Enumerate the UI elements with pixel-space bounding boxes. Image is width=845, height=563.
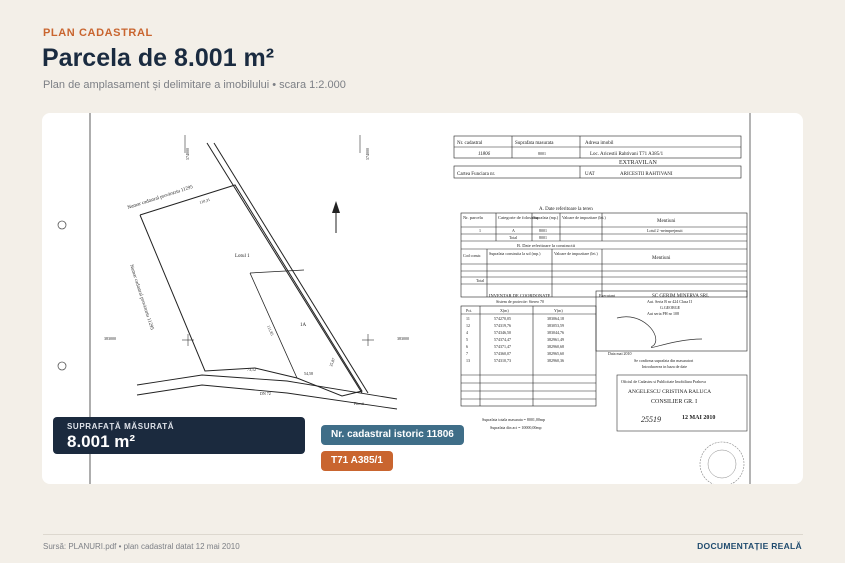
sa-r0: 1: [479, 228, 481, 233]
page-title: Parcela de 8.001 m²: [42, 44, 275, 72]
sa-h0: Nr. parcela: [463, 215, 483, 220]
coord-row-2-y: 383044,76: [547, 330, 564, 336]
plan-dist4: 54,58: [304, 371, 313, 377]
top-table-h1: Nr. cadastral: [457, 141, 483, 146]
coord-row-3-x: 574374,47: [494, 337, 511, 343]
sa-r1: A: [512, 228, 515, 233]
plan-label-top: Numar cadastral proviozriu 11295: [127, 185, 194, 211]
measured-area-label: SUPRAFAȚĂ MĂSURATĂ: [67, 422, 175, 431]
stamp-person: ANGELESCU CRISTINA RALUCA: [628, 389, 711, 395]
executant-label: Executant: [599, 293, 616, 298]
coords-h2: Y(m): [554, 308, 563, 313]
coord-row-1-pt: 12: [466, 323, 470, 328]
top-table-v2: 8001: [538, 151, 546, 156]
sa-total-label: Total: [509, 235, 518, 240]
coord-left: 383000: [104, 336, 116, 341]
confirm-text2: Introducerea in baza de date: [642, 364, 687, 369]
plan-road: DN 72: [260, 391, 271, 396]
coord-row-4-pt: 6: [466, 344, 468, 349]
coords-title: INVENTAR DE COORDONATE: [489, 293, 551, 298]
sa-r4: Lotul 2 -neimprejmuit: [647, 228, 683, 233]
plan-dist5: 35,87: [328, 357, 337, 368]
coord-row-5-y: 382965,60: [547, 351, 564, 357]
executant-date: Data mai 2010: [608, 351, 632, 356]
coords-rows: 11 574270,05 383064,18 12 574319,76 3830…: [466, 316, 564, 364]
footer-source: Sursă: PLANURI.pdf • plan cadastral data…: [43, 542, 240, 551]
coord-row-0-x: 574270,05: [494, 316, 511, 322]
coord-row-0-y: 383064,18: [547, 316, 564, 322]
coord-row-1-x: 574319,76: [494, 323, 511, 329]
coord-row-3-y: 382961,49: [547, 337, 564, 343]
sb-h2: Valoare de impozitare (lei.): [554, 251, 598, 256]
top-table-v1: 11806: [478, 152, 491, 157]
coord-row-5-x: 574360,07: [494, 351, 511, 357]
plan-label-left: Numar cadastral provizoriu 11295: [128, 264, 154, 331]
stamp-role: CONSILIER GR. I: [651, 399, 697, 405]
plan-lot1a: 1A: [300, 323, 307, 328]
coords-h1: X(m): [500, 308, 509, 313]
sb-h1: Suprafata construita la sol (mp.): [489, 251, 541, 256]
footer-divider: [43, 534, 803, 535]
coord-row-6-pt: 13: [466, 358, 470, 363]
coords-area-measured: Suprafata totala masurata = 8001,00mp: [482, 417, 545, 423]
sa-h1: Categorie de folosinta: [498, 215, 538, 220]
coord-top-right: 574000: [365, 148, 370, 160]
plan-road2: Pitesti: [354, 401, 365, 406]
coord-row-3-pt: 5: [466, 337, 468, 342]
sb-h0: Cod constr.: [463, 253, 481, 258]
page-subtitle: Plan de amplasament și delimitare a imob…: [43, 79, 346, 91]
stamp-date: 12 MAI 2010: [682, 415, 715, 421]
coord-right: 383000: [397, 336, 409, 341]
coord-top-left: 574000: [185, 148, 190, 160]
coords-subtitle: Sistem de proiectie: Stereo 70: [496, 299, 544, 304]
sb-total: Total: [476, 278, 485, 283]
sa-total-val: 8001: [539, 235, 547, 240]
coord-row-2-x: 574346,50: [494, 330, 511, 336]
coord-row-6-x: 574310,73: [494, 358, 511, 364]
coord-row-4-y: 382960,68: [547, 344, 564, 350]
top-table-uat: UAT: [585, 172, 595, 177]
stamp-number: 25519: [641, 415, 661, 424]
sa-h2: Suprafata (mp.): [533, 215, 559, 220]
top-table-cf: Cartea Funciara nr.: [457, 172, 495, 177]
coord-row-1-y: 383053,59: [547, 323, 564, 329]
document-card: 574000 574000 383000 383000 Numar cadast…: [42, 113, 803, 484]
top-table-h2: Suprafata masurata: [515, 141, 554, 146]
section-eyebrow: PLAN CADASTRAL: [43, 27, 153, 39]
plan-lot1: Lotul 1: [235, 254, 250, 259]
sa-h4: Mentiuni: [657, 219, 676, 224]
top-table-v3: Loc. Aricestii Rahtivani T71 A385/1: [590, 152, 664, 157]
stamp-office: Oficiul de Cadastru si Publicitate Imobi…: [621, 379, 706, 384]
plan-dist3: 73,12: [247, 367, 256, 373]
coord-row-2-pt: 4: [466, 330, 468, 335]
coord-row-5-pt: 7: [466, 351, 468, 356]
plan-dist1: 110,31: [199, 197, 211, 206]
top-table-h3: Adresa imobil: [585, 141, 614, 146]
tarla-parcel-chip: T71 A385/1: [321, 451, 393, 471]
confirm-text: Se confirma suprafata din masuratori: [634, 358, 694, 363]
footer-badge: DOCUMENTAȚIE REALĂ: [697, 541, 802, 551]
section-a-title: A. Date referitoare la teren: [539, 207, 593, 212]
sa-r2: 8001: [539, 228, 547, 233]
executant-name: G.GEORGE: [660, 305, 681, 310]
measured-area-value: 8.001 m²: [67, 432, 136, 451]
measured-area-panel: SUPRAFAȚĂ MĂSURATĂ 8.001 m²: [53, 417, 305, 454]
section-b-title: B. Date referitoare la constructii: [517, 243, 576, 248]
sb-h3: Mentiuni: [652, 256, 671, 261]
cadastral-number-chip: Nr. cadastral istoric 11806: [321, 425, 464, 445]
coord-row-4-x: 574371,47: [494, 344, 511, 350]
top-table-uat-val: ARICESTII RAHTIVANI: [620, 172, 673, 177]
sa-h3: Valoare de impozitare (lei.): [562, 215, 606, 220]
executant-cert2: Aut seria PH nr 108: [647, 311, 679, 316]
coord-row-0-pt: 11: [466, 316, 470, 321]
coords-h0: Pct.: [466, 308, 472, 313]
top-table-extravilan: EXTRAVILAN: [619, 160, 658, 166]
coord-row-6-y: 382960,36: [547, 358, 564, 364]
coords-area-act: Suprafata din act = 10000,00mp: [490, 425, 541, 431]
executant-cert: Aut. Seria B nr 424 Clasa II: [647, 299, 692, 304]
